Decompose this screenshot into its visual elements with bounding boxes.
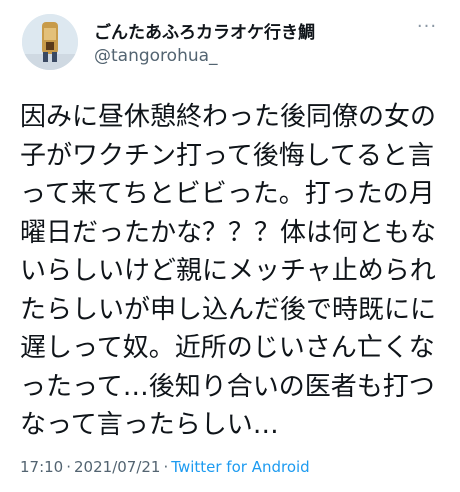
tweet-line: なって言ったらしい… bbox=[20, 410, 279, 440]
tweet-line: ったって…後知り合いの医者も打つ bbox=[20, 371, 435, 402]
tweet-header: ごんたあふろカラオケ行き鯛 @tangorohua_ ··· bbox=[0, 0, 460, 90]
author-handle[interactable]: @tangorohua_ bbox=[94, 46, 218, 66]
tweet-line: いらしいけど親にメッチャ止められ bbox=[20, 256, 436, 286]
more-horizontal-icon: ··· bbox=[416, 15, 438, 37]
tweet-meta: 17:10 · 2021/07/21 · Twitter for Android bbox=[20, 458, 310, 476]
meta-separator: · bbox=[66, 458, 72, 476]
tweet-source-link[interactable]: Twitter for Android bbox=[171, 458, 309, 476]
tweet-line: って来てちとビビった。打ったの月 bbox=[20, 179, 435, 209]
tweet-line: 曜日だったかな？？？体は何ともな bbox=[20, 217, 437, 248]
tweet-text: 因みに昼休憩終わった後同僚の女の 子がワクチン打って後悔してると言 って来てちと… bbox=[20, 98, 450, 445]
avatar-image bbox=[22, 14, 78, 70]
more-options-button[interactable]: ··· bbox=[412, 15, 442, 37]
avatar[interactable] bbox=[22, 14, 78, 70]
tweet-line: たらしいが申し込んだ後で時既にに bbox=[20, 294, 437, 325]
meta-separator: · bbox=[163, 458, 169, 476]
tweet-line: 遅しって奴。近所のじいさん亡くな bbox=[20, 333, 435, 363]
tweet-date[interactable]: 2021/07/21 bbox=[74, 458, 160, 476]
author-display-name[interactable]: ごんたあふろカラオケ行き鯛 bbox=[94, 18, 315, 43]
tweet-line: 子がワクチン打って後悔してると言 bbox=[20, 140, 434, 171]
tweet-time[interactable]: 17:10 bbox=[20, 458, 63, 476]
tweet-line: 因みに昼休憩終わった後同僚の女の bbox=[20, 102, 437, 132]
